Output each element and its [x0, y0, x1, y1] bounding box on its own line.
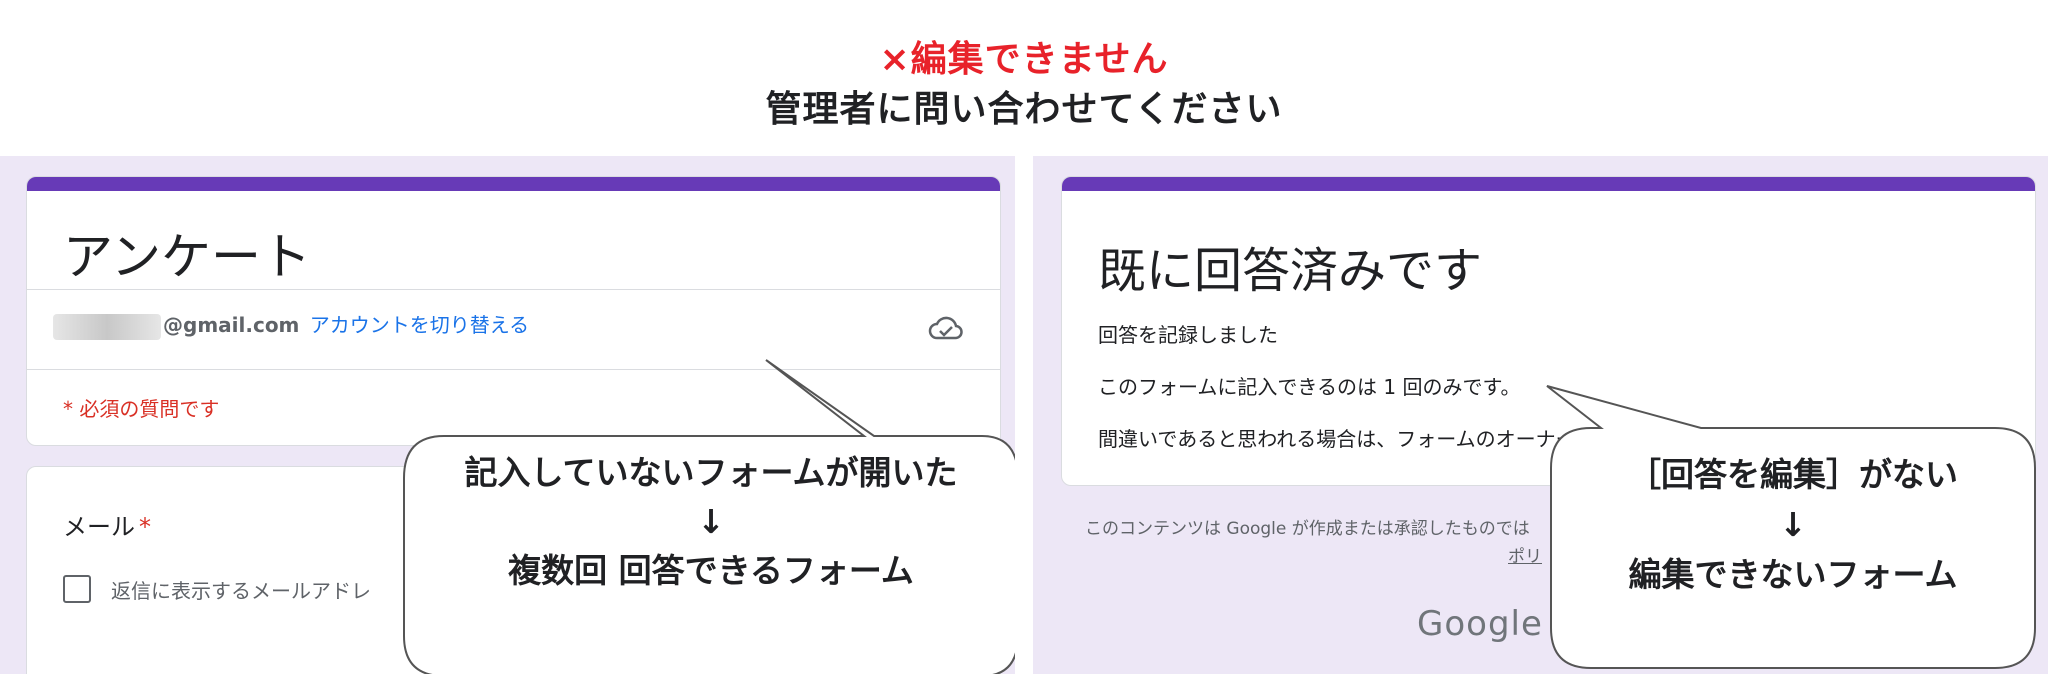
- once-only-message: このフォームに記入できるのは 1 回のみです。: [1098, 375, 1521, 399]
- callout-line2: 複数回 回答できるフォーム: [508, 551, 914, 590]
- disclaimer-text: このコンテンツは Google が作成または承認したものでは: [1085, 519, 1530, 539]
- required-note: * 必須の質問です: [63, 397, 220, 421]
- question-label: メール *: [63, 507, 151, 542]
- callout-multiple-answers: 記入していないフォームが開いた ↓ 複数回 回答できるフォーム: [403, 359, 1015, 674]
- divider: [27, 369, 1000, 370]
- privacy-policy-link[interactable]: ポリ: [1508, 542, 1542, 567]
- form-title: アンケート: [63, 228, 311, 286]
- cloud-check-icon: [928, 316, 963, 340]
- right-form-panel: 既に回答済みです 回答を記録しました このフォームに記入できるのは 1 回のみで…: [1033, 156, 2048, 674]
- account-email: @gmail.com: [163, 313, 300, 337]
- account-row: @gmail.com アカウントを切り替える: [53, 309, 529, 340]
- callout-arrow: ↓: [697, 502, 725, 541]
- callout-line1: ［回答を編集］がない: [1628, 455, 1958, 494]
- checkbox-icon[interactable]: [63, 575, 91, 603]
- header-instruction: 管理者に問い合わせてください: [765, 89, 1283, 130]
- header-warning: ×編集できません: [879, 39, 1169, 80]
- question-label-text: メール: [63, 513, 135, 541]
- already-answered-title: 既に回答済みです: [1098, 243, 1483, 299]
- accent-bar: [1062, 177, 2035, 191]
- switch-account-link[interactable]: アカウントを切り替える: [310, 313, 529, 337]
- callout-line1: 記入していないフォームが開いた: [464, 453, 958, 492]
- callout-arrow: ↓: [1779, 505, 1807, 544]
- blurred-username: [53, 313, 161, 340]
- checkbox-label: 返信に表示するメールアドレ: [111, 579, 371, 603]
- left-form-panel: アンケート @gmail.com アカウントを切り替える * 必須の質問です メ…: [0, 156, 1015, 674]
- callout-line2: 編集できないフォーム: [1628, 555, 1958, 594]
- callout-no-edit: ［回答を編集］がない ↓ 編集できないフォーム: [1546, 385, 2036, 670]
- divider: [27, 289, 1000, 290]
- panel-divider: [1015, 156, 1033, 674]
- accent-bar: [27, 177, 1000, 191]
- recorded-message: 回答を記録しました: [1098, 323, 1278, 347]
- header: ×編集できません 管理者に問い合わせてください: [0, 0, 2048, 156]
- required-mark: *: [139, 513, 151, 541]
